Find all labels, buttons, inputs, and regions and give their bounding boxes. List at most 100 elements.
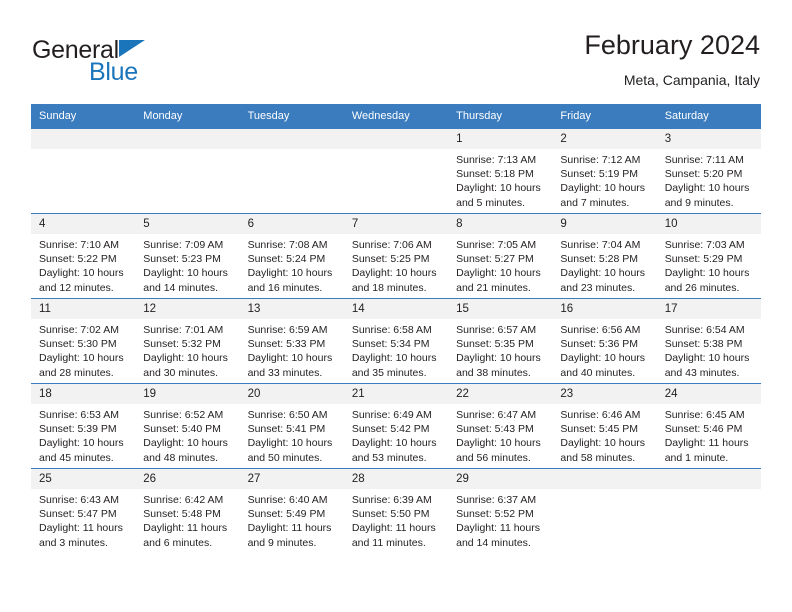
sunrise-text: Sunrise: 6:58 AM (351, 324, 432, 336)
calendar-day-cell[interactable]: 29 Sunrise: 6:37 AM Sunset: 5:52 PM Dayligh… (448, 468, 553, 553)
day-number (552, 469, 657, 489)
daylight-text: Daylight: 10 hours and 53 minutes. (351, 437, 437, 464)
calendar-day-cell[interactable]: 1 Sunrise: 7:13 AM Sunset: 5:18 PM Daylight… (448, 128, 553, 214)
day-number: 25 (31, 469, 136, 489)
daylight-text: Daylight: 10 hours and 14 minutes. (143, 267, 228, 294)
calendar-header-row: Sunday Monday Tuesday Wednesday Thursday Frid… (31, 104, 761, 129)
day-number (239, 129, 344, 149)
weekday-header-cell: Thursday (448, 104, 553, 129)
daylight-text: Daylight: 11 hours and 6 minutes. (143, 522, 228, 549)
day-number (31, 129, 136, 149)
sunrise-text: Sunrise: 7:04 AM (560, 239, 641, 251)
day-sun-info: Sunrise: 6:56 AM Sunset: 5:36 PM Daylight:… (552, 319, 656, 380)
day-number: 22 (448, 384, 553, 404)
calendar-day-cell[interactable]: 15 Sunrise: 6:57 AM Sunset: 5:35 PM Dayligh… (448, 298, 553, 384)
calendar-day-cell[interactable]: 18 Sunrise: 6:53 AM Sunset: 5:39 PM Dayligh… (31, 383, 136, 469)
day-sun-info: Sunrise: 6:53 AM Sunset: 5:39 PM Daylight:… (31, 404, 135, 465)
calendar-table: Sunday Monday Tuesday Wednesday Thursday Frid… (31, 104, 761, 553)
calendar-day-cell[interactable]: 23 Sunrise: 6:46 AM Sunset: 5:45 PM Dayligh… (552, 383, 657, 469)
day-sun-info: Sunrise: 7:10 AM Sunset: 5:22 PM Daylight:… (31, 234, 135, 295)
daylight-text: Daylight: 10 hours and 50 minutes. (247, 437, 333, 464)
calendar-day-cell[interactable]: 22 Sunrise: 6:47 AM Sunset: 5:43 PM Dayligh… (448, 383, 553, 469)
calendar-day-cell[interactable]: 11 Sunrise: 7:02 AM Sunset: 5:30 PM Dayligh… (31, 298, 136, 384)
calendar-day-cell[interactable]: 6 Sunrise: 7:08 AM Sunset: 5:24 PM Daylight… (239, 213, 344, 299)
calendar-day-cell[interactable]: 7 Sunrise: 7:06 AM Sunset: 5:25 PM Daylight… (343, 213, 449, 299)
daylight-text: Daylight: 11 hours and 3 minutes. (39, 522, 123, 549)
calendar-day-cell-empty (552, 468, 657, 553)
day-sun-info: Sunrise: 7:05 AM Sunset: 5:27 PM Daylight:… (448, 234, 552, 295)
daylight-text: Daylight: 11 hours and 14 minutes. (456, 522, 540, 549)
sunset-text: Sunset: 5:22 PM (39, 253, 117, 266)
calendar-day-cell[interactable]: 24 Sunrise: 6:45 AM Sunset: 5:46 PM Dayligh… (656, 383, 761, 469)
title-block: February 2024 Meta, Campania, Italy (584, 28, 760, 90)
day-number: 15 (448, 299, 553, 319)
day-sun-info: Sunrise: 6:37 AM Sunset: 5:52 PM Daylight:… (448, 489, 552, 550)
day-number: 5 (135, 214, 240, 234)
sunrise-text: Sunrise: 6:59 AM (247, 324, 328, 336)
day-sun-info: Sunrise: 7:02 AM Sunset: 5:30 PM Daylight:… (31, 319, 135, 380)
sunset-text: Sunset: 5:27 PM (456, 253, 534, 266)
daylight-text: Daylight: 10 hours and 45 minutes. (39, 437, 124, 464)
day-number: 18 (31, 384, 136, 404)
daylight-text: Daylight: 10 hours and 7 minutes. (560, 182, 646, 209)
sunrise-text: Sunrise: 6:49 AM (351, 409, 432, 421)
sunrise-text: Sunrise: 6:45 AM (664, 409, 745, 421)
calendar-day-cell[interactable]: 8 Sunrise: 7:05 AM Sunset: 5:27 PM Daylight… (448, 213, 553, 299)
calendar-day-cell[interactable]: 26 Sunrise: 6:42 AM Sunset: 5:48 PM Dayligh… (135, 468, 240, 553)
calendar-day-cell[interactable]: 2 Sunrise: 7:12 AM Sunset: 5:19 PM Daylight… (552, 128, 657, 214)
calendar-day-cell[interactable]: 21 Sunrise: 6:49 AM Sunset: 5:42 PM Dayligh… (343, 383, 449, 469)
calendar-week-row: 18 Sunrise: 6:53 AM Sunset: 5:39 PM Dayligh… (31, 383, 761, 469)
calendar-day-cell[interactable]: 10 Sunrise: 7:03 AM Sunset: 5:29 PM Dayligh… (656, 213, 761, 299)
calendar-day-cell[interactable]: 20 Sunrise: 6:50 AM Sunset: 5:41 PM Dayligh… (239, 383, 344, 469)
daylight-text: Daylight: 10 hours and 18 minutes. (351, 267, 437, 294)
day-sun-info: Sunrise: 7:12 AM Sunset: 5:19 PM Daylight:… (552, 149, 656, 210)
calendar-day-cell[interactable]: 28 Sunrise: 6:39 AM Sunset: 5:50 PM Dayligh… (343, 468, 449, 553)
calendar-day-cell[interactable]: 9 Sunrise: 7:04 AM Sunset: 5:28 PM Daylight… (552, 213, 657, 299)
sunset-text: Sunset: 5:39 PM (39, 423, 117, 436)
day-number: 13 (239, 299, 344, 319)
calendar-day-cell[interactable]: 14 Sunrise: 6:58 AM Sunset: 5:34 PM Dayligh… (343, 298, 449, 384)
sunrise-text: Sunrise: 7:05 AM (456, 239, 537, 251)
daylight-text: Daylight: 10 hours and 21 minutes. (456, 267, 541, 294)
calendar-day-cell[interactable]: 4 Sunrise: 7:10 AM Sunset: 5:22 PM Daylight… (31, 213, 136, 299)
calendar-day-cell-empty (343, 128, 449, 214)
day-sun-info: Sunrise: 6:39 AM Sunset: 5:50 PM Daylight:… (344, 489, 448, 550)
calendar-page: General Blue February 2024 Meta, Campani… (0, 0, 792, 612)
day-sun-info: Sunrise: 6:58 AM Sunset: 5:34 PM Daylight:… (344, 319, 448, 380)
sunrise-text: Sunrise: 7:01 AM (143, 324, 224, 336)
sunset-text: Sunset: 5:29 PM (664, 253, 743, 266)
calendar-day-cell[interactable]: 12 Sunrise: 7:01 AM Sunset: 5:32 PM Dayligh… (135, 298, 240, 384)
day-sun-info: Sunrise: 6:45 AM Sunset: 5:46 PM Daylight:… (657, 404, 761, 465)
calendar-day-cell[interactable]: 25 Sunrise: 6:43 AM Sunset: 5:47 PM Dayligh… (31, 468, 136, 553)
sunrise-text: Sunrise: 7:06 AM (351, 239, 432, 251)
day-sun-info: Sunrise: 7:03 AM Sunset: 5:29 PM Daylight:… (657, 234, 761, 295)
day-sun-info: Sunrise: 7:04 AM Sunset: 5:28 PM Daylight:… (552, 234, 656, 295)
day-number: 8 (448, 214, 553, 234)
day-number: 24 (656, 384, 761, 404)
day-number: 10 (656, 214, 761, 234)
calendar-day-cell[interactable]: 3 Sunrise: 7:11 AM Sunset: 5:20 PM Daylight… (656, 128, 761, 214)
calendar-day-cell[interactable]: 17 Sunrise: 6:54 AM Sunset: 5:38 PM Dayligh… (656, 298, 761, 384)
weekday-header-cell: Sunday (31, 104, 136, 129)
calendar-day-cell[interactable]: 16 Sunrise: 6:56 AM Sunset: 5:36 PM Dayligh… (552, 298, 657, 384)
daylight-text: Daylight: 10 hours and 58 minutes. (560, 437, 646, 464)
calendar-day-cell[interactable]: 27 Sunrise: 6:40 AM Sunset: 5:49 PM Dayligh… (239, 468, 344, 553)
day-number (343, 129, 449, 149)
calendar-day-cell[interactable]: 19 Sunrise: 6:52 AM Sunset: 5:40 PM Dayligh… (135, 383, 240, 469)
day-number: 21 (343, 384, 449, 404)
calendar-day-cell[interactable]: 5 Sunrise: 7:09 AM Sunset: 5:23 PM Daylight… (135, 213, 240, 299)
sunset-text: Sunset: 5:24 PM (247, 253, 326, 266)
day-number: 12 (135, 299, 240, 319)
sunset-text: Sunset: 5:25 PM (351, 253, 430, 266)
general-blue-logo[interactable]: General Blue (32, 36, 222, 92)
weekday-header-cell: Saturday (656, 104, 761, 129)
daylight-text: Daylight: 10 hours and 23 minutes. (560, 267, 646, 294)
sunset-text: Sunset: 5:45 PM (560, 423, 639, 436)
sunset-text: Sunset: 5:34 PM (351, 338, 430, 351)
sunrise-text: Sunrise: 6:50 AM (247, 409, 328, 421)
calendar-day-cell[interactable]: 13 Sunrise: 6:59 AM Sunset: 5:33 PM Dayligh… (239, 298, 344, 384)
calendar-week-row: 25 Sunrise: 6:43 AM Sunset: 5:47 PM Dayligh… (31, 468, 761, 553)
sunset-text: Sunset: 5:18 PM (456, 168, 534, 181)
calendar-week-row: 11 Sunrise: 7:02 AM Sunset: 5:30 PM Dayligh… (31, 298, 761, 384)
sunset-text: Sunset: 5:43 PM (456, 423, 534, 436)
